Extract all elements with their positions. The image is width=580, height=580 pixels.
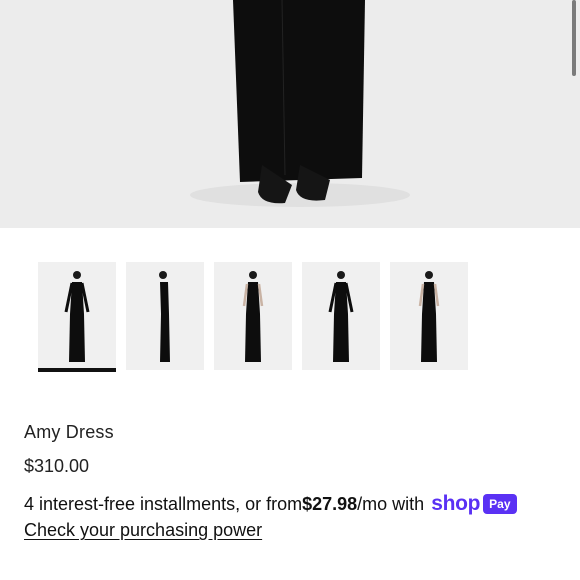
dress-side-thumbnail xyxy=(159,271,170,362)
scrollbar[interactable] xyxy=(572,0,576,76)
thumbnail-4[interactable] xyxy=(302,262,380,370)
pay-badge: Pay xyxy=(483,494,517,514)
product-title: Amy Dress xyxy=(24,422,114,442)
thumbnail-5[interactable] xyxy=(390,262,468,370)
dress-sleeveless-front-thumbnail xyxy=(242,271,264,362)
dress-front-thumbnail xyxy=(64,271,90,362)
installments-suffix: /mo with xyxy=(357,493,425,514)
dress-back-thumbnail xyxy=(328,271,354,362)
shop-pay-logo: shop Pay xyxy=(431,492,517,516)
thumbnail-2[interactable] xyxy=(126,262,204,370)
shop-wordmark: shop xyxy=(431,492,481,515)
thumbnail-strip xyxy=(38,262,468,372)
product-main-image[interactable] xyxy=(0,0,580,228)
product-price: $310.00 xyxy=(24,456,90,476)
check-purchasing-power-link[interactable]: Check your purchasing power xyxy=(24,520,262,541)
installments-message: 4 interest-free installments, or from $2… xyxy=(24,492,517,516)
installments-text: 4 interest-free installments, or from xyxy=(24,493,303,514)
installment-amount: $27.98 xyxy=(302,493,358,514)
thumbnail-1[interactable] xyxy=(38,262,116,372)
dress-sleeveless-back-thumbnail xyxy=(418,271,440,362)
thumbnail-3[interactable] xyxy=(214,262,292,370)
dress-photo xyxy=(0,0,580,228)
